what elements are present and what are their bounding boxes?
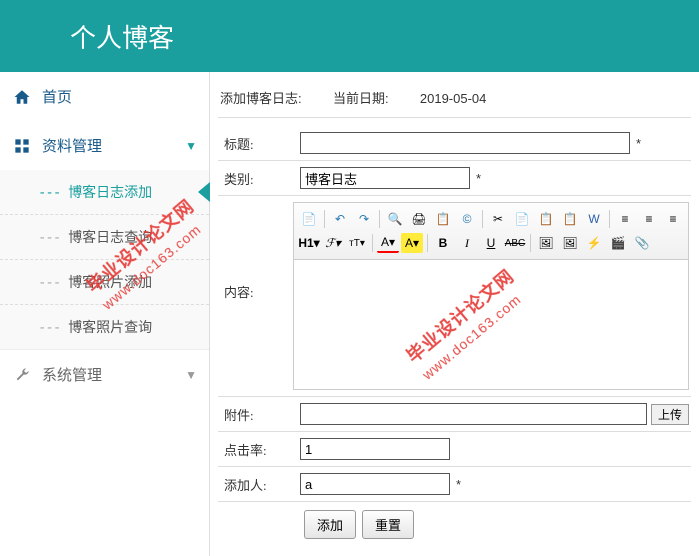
form-row-hits: 点击率: [218, 432, 691, 467]
attachment-label: 附件: [220, 405, 300, 424]
wrench-icon [12, 365, 32, 385]
hits-label: 点击率: [220, 440, 300, 459]
form-row-author: 添加人: * [218, 467, 691, 502]
attachment-input[interactable] [300, 403, 647, 425]
active-pointer-icon [198, 182, 210, 202]
paste-word-icon[interactable]: W [583, 209, 605, 229]
category-label: 类别: [220, 169, 300, 188]
media-icon[interactable]: 🎬 [607, 233, 629, 253]
button-row: 添加 重置 [218, 502, 691, 547]
align-right-icon[interactable]: ≡ [662, 209, 684, 229]
required-mark: * [636, 136, 641, 151]
submenu-label: 博客日志查询 [68, 229, 152, 245]
title-input[interactable] [300, 132, 630, 154]
image-icon[interactable]: 🖼 [535, 233, 557, 253]
dash-icon: --- [38, 185, 60, 201]
font-size-icon[interactable]: тT▾ [346, 233, 368, 253]
form-row-title: 标题: * [218, 126, 691, 161]
sidebar-item-home[interactable]: 首页 [0, 72, 209, 121]
copy-icon[interactable]: 📄 [511, 209, 533, 229]
dash-icon: --- [38, 320, 60, 336]
editor-toolbar: 📄 ↶ ↷ 🔍 🖨 📋 © ✂ 📄 📋 📋 [293, 202, 689, 260]
form-row-content: 内容: 📄 ↶ ↷ 🔍 🖨 📋 © ✂ 📄 [218, 196, 691, 397]
cut-icon[interactable]: ✂ [487, 209, 509, 229]
sidebar: 首页 资料管理 ▼ --- 博客日志添加 --- 博客日志查询 --- 博客照片… [0, 72, 210, 556]
italic-icon[interactable]: I [456, 233, 478, 253]
heading-icon[interactable]: H1▾ [298, 233, 320, 253]
file-icon[interactable]: 📎 [631, 233, 653, 253]
sidebar-datamgmt-label: 资料管理 [42, 135, 185, 156]
multi-image-icon[interactable]: 🖼 [559, 233, 581, 253]
content-label: 内容: [220, 202, 293, 301]
template-icon[interactable]: 📋 [432, 209, 454, 229]
reset-button[interactable]: 重置 [362, 510, 414, 539]
submit-button[interactable]: 添加 [304, 510, 356, 539]
strike-icon[interactable]: ABC [504, 233, 526, 253]
app-title: 个人博客 [70, 18, 174, 55]
home-icon [12, 87, 32, 107]
code-icon[interactable]: © [456, 209, 478, 229]
author-input[interactable] [300, 473, 450, 495]
paste-text-icon[interactable]: 📋 [559, 209, 581, 229]
breadcrumb-date-label: 当前日期: [333, 91, 389, 106]
underline-icon[interactable]: U [480, 233, 502, 253]
breadcrumb-prefix: 添加博客日志: [220, 91, 302, 106]
submenu: --- 博客日志添加 --- 博客日志查询 --- 博客照片添加 --- 博客照… [0, 170, 209, 349]
chevron-down-icon: ▼ [185, 139, 197, 153]
editor-body[interactable] [293, 260, 689, 390]
source-icon[interactable]: 📄 [298, 209, 320, 229]
undo-icon[interactable]: ↶ [329, 209, 351, 229]
sidebar-sysmgmt-label: 系统管理 [42, 364, 185, 385]
hits-input[interactable] [300, 438, 450, 460]
submenu-label: 博客日志添加 [68, 184, 152, 200]
form-row-category: 类别: * [218, 161, 691, 196]
align-center-icon[interactable]: ≡ [638, 209, 660, 229]
dash-icon: --- [38, 230, 60, 246]
submenu-item-add-photo[interactable]: --- 博客照片添加 [0, 259, 209, 304]
font-family-icon[interactable]: ℱ▾ [322, 233, 344, 253]
author-label: 添加人: [220, 475, 300, 494]
chevron-down-icon: ▼ [185, 368, 197, 382]
sidebar-item-data-mgmt[interactable]: 资料管理 ▼ [0, 121, 209, 170]
grid-icon [12, 136, 32, 156]
breadcrumb: 添加博客日志: 当前日期: 2019-05-04 [218, 84, 691, 118]
submenu-label: 博客照片查询 [68, 319, 152, 335]
form-row-attachment: 附件: 上传 [218, 397, 691, 432]
paste-icon[interactable]: 📋 [535, 209, 557, 229]
redo-icon[interactable]: ↷ [353, 209, 375, 229]
submenu-item-query-photo[interactable]: --- 博客照片查询 [0, 304, 209, 349]
sidebar-home-label: 首页 [42, 86, 197, 107]
submenu-item-add-post[interactable]: --- 博客日志添加 [0, 170, 209, 214]
highlight-icon[interactable]: A▾ [401, 233, 423, 253]
main-content: 添加博客日志: 当前日期: 2019-05-04 标题: * 类别: * 内容: [210, 72, 699, 556]
dash-icon: --- [38, 275, 60, 291]
rich-editor: 📄 ↶ ↷ 🔍 🖨 📋 © ✂ 📄 📋 📋 [293, 202, 689, 390]
sidebar-item-sys-mgmt[interactable]: 系统管理 ▼ [0, 349, 209, 399]
required-mark: * [456, 477, 461, 492]
required-mark: * [476, 171, 481, 186]
bold-icon[interactable]: B [432, 233, 454, 253]
flash-icon[interactable]: ⚡ [583, 233, 605, 253]
print-icon[interactable]: 🖨 [408, 209, 430, 229]
submenu-label: 博客照片添加 [68, 274, 152, 290]
title-label: 标题: [220, 134, 300, 153]
font-color-icon[interactable]: A▾ [377, 233, 399, 253]
preview-icon[interactable]: 🔍 [384, 209, 406, 229]
upload-button[interactable]: 上传 [651, 404, 689, 425]
submenu-item-query-post[interactable]: --- 博客日志查询 [0, 214, 209, 259]
category-input[interactable] [300, 167, 470, 189]
align-left-icon[interactable]: ≡ [614, 209, 636, 229]
app-header: 个人博客 [0, 0, 699, 72]
breadcrumb-date-value: 2019-05-04 [420, 91, 487, 106]
